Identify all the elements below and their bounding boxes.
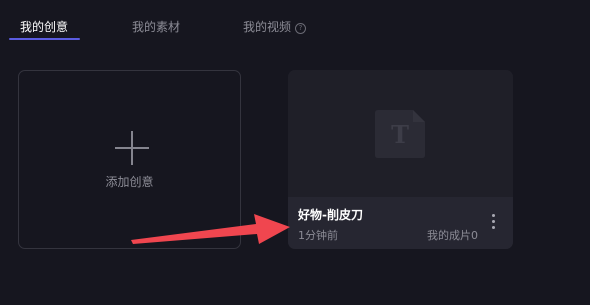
text-document-icon: T — [375, 110, 425, 158]
project-timestamp: 1分钟前 — [298, 229, 338, 242]
more-vertical-icon[interactable] — [491, 213, 497, 231]
add-idea-label: 添加创意 — [105, 175, 154, 189]
tab-my-ideas[interactable]: 我的创意 — [20, 19, 68, 35]
tab-label: 我的视频 — [243, 20, 292, 34]
project-thumbnail: T — [288, 70, 513, 197]
project-video-count: 我的成片0 — [427, 229, 478, 242]
project-card[interactable]: T 好物-削皮刀 1分钟前 我的成片0 — [288, 70, 513, 249]
thumbnail-letter: T — [391, 120, 409, 149]
plus-icon — [115, 131, 149, 165]
page: 我的创意 我的素材 我的视频? 添加创意 T 好物-削皮刀 1分钟前 我的成片0 — [0, 0, 590, 305]
tab-my-materials[interactable]: 我的素材 — [132, 19, 180, 35]
project-card-footer: 好物-削皮刀 1分钟前 我的成片0 — [288, 197, 513, 249]
active-tab-indicator — [9, 38, 80, 40]
project-title: 好物-削皮刀 — [298, 208, 363, 222]
tab-label: 我的素材 — [132, 20, 181, 34]
tab-bar: 我的创意 我的素材 我的视频? — [0, 0, 590, 44]
tab-label: 我的创意 — [20, 20, 69, 34]
tab-my-videos[interactable]: 我的视频? — [243, 19, 307, 35]
help-icon[interactable]: ? — [295, 23, 307, 34]
add-idea-card[interactable]: 添加创意 — [18, 70, 241, 249]
